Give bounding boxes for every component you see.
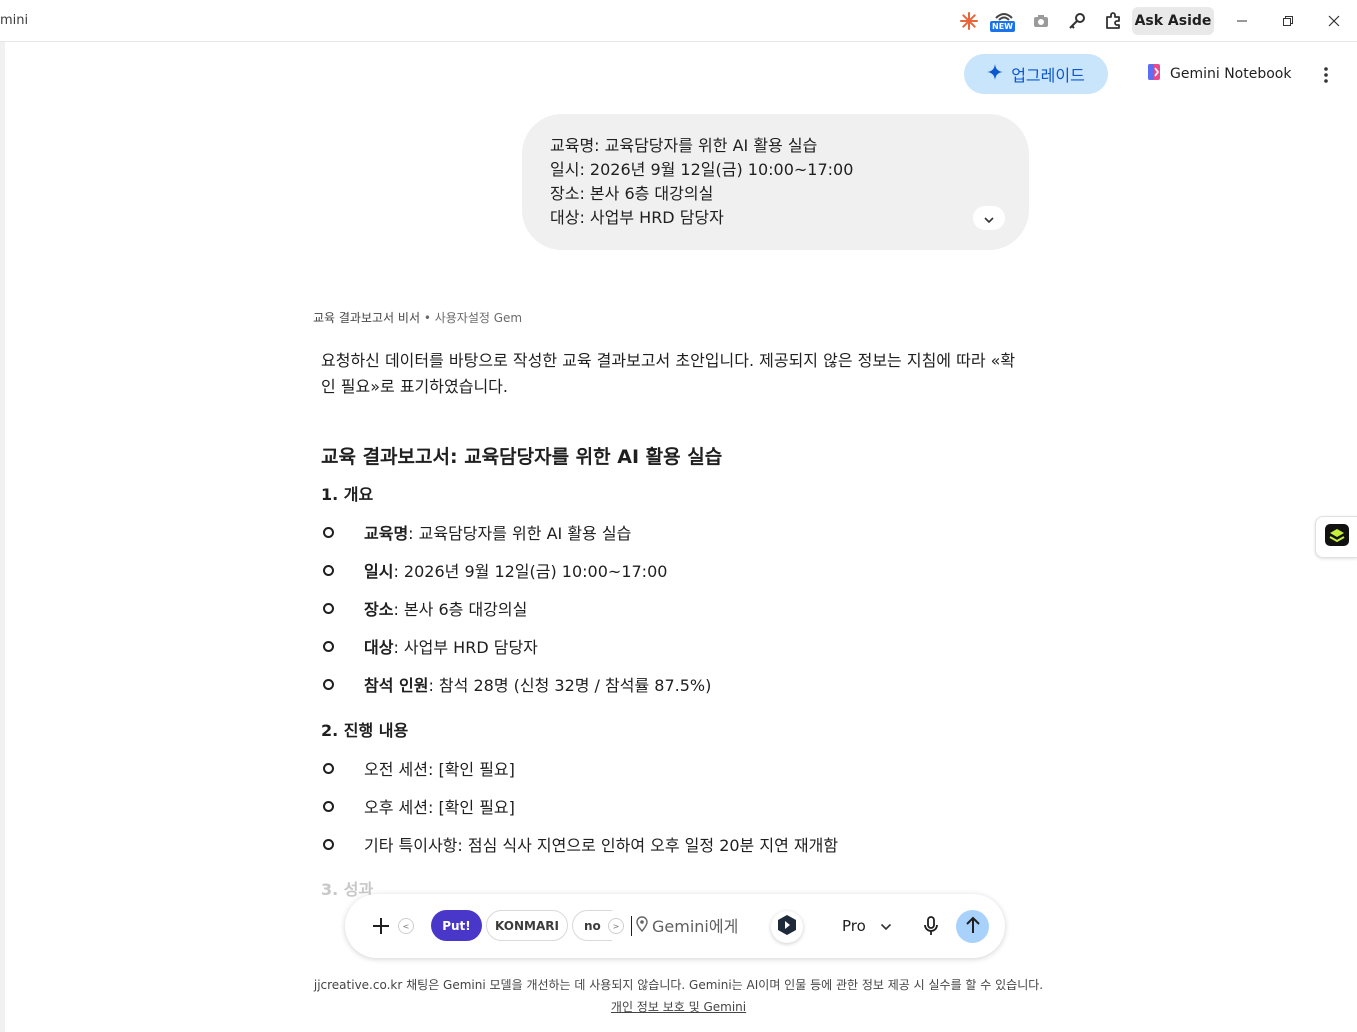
bullet [323, 800, 334, 812]
gem-separator: • [420, 311, 435, 325]
camera-icon[interactable] [1028, 9, 1054, 33]
user-message-line: 대상: 사업부 HRD 담당자 [550, 208, 724, 227]
hexagon-play-icon [777, 914, 797, 940]
new-badge: NEW [990, 21, 1015, 32]
chevron-down-icon [880, 917, 892, 935]
bullet [323, 602, 334, 614]
user-message-line: 일시: 2026년 9월 12일(금) 10:00~17:00 [550, 160, 854, 179]
notebook-label: Gemini Notebook [1170, 66, 1292, 82]
puzzle-extension-icon[interactable] [1100, 9, 1126, 33]
section-heading: 1. 개요 [321, 485, 374, 504]
location-pin-icon [636, 916, 648, 936]
bullet [323, 838, 334, 850]
side-extension-widget[interactable] [1315, 516, 1357, 558]
list-item: 장소: 본사 6층 대강의실 [321, 596, 527, 620]
gemini-notebook-button[interactable]: Gemini Notebook [1146, 64, 1291, 84]
bullet [323, 762, 334, 774]
item-label: 장소 [364, 600, 394, 619]
arrow-up-icon [965, 916, 981, 938]
list-item: 기타 특이사항: 점심 식사 지연으로 인하여 오후 일정 20분 지연 재개함 [321, 832, 838, 856]
item-value: : 2026년 9월 12일(금) 10:00~17:00 [393, 562, 668, 581]
bullet [323, 526, 334, 538]
bullet [323, 640, 334, 652]
notebook-icon [1146, 63, 1162, 85]
prompt-input[interactable] [652, 916, 762, 936]
window-titlebar: mini NEW Ask Aside [0, 0, 1357, 42]
layers-icon [1324, 524, 1349, 550]
list-item: 참석 인원: 참석 28명 (신청 32명 / 참석률 87.5%) [321, 672, 711, 696]
close-icon[interactable] [1323, 10, 1345, 32]
prompt-input-area [631, 914, 762, 938]
privacy-footer: 개인 정보 보호 및 Gemini [0, 998, 1357, 1015]
chips-next-button[interactable]: > [608, 918, 624, 934]
list-item: 일시: 2026년 9월 12일(금) 10:00~17:00 [321, 558, 667, 582]
list-item: 대상: 사업부 HRD 담당자 [321, 634, 538, 658]
ask-aside-button[interactable]: Ask Aside [1132, 7, 1214, 35]
gem-type: 사용자설정 Gem [434, 311, 523, 325]
key-icon[interactable] [1064, 9, 1090, 33]
list-item: 교육명: 교육담당자를 위한 AI 활용 실습 [321, 520, 631, 544]
chevron-down-icon [983, 209, 995, 228]
sparkle-icon [987, 64, 1004, 84]
expand-message-button[interactable] [973, 206, 1005, 230]
microphone-icon[interactable] [919, 914, 943, 938]
item-label: 참석 인원 [364, 676, 429, 695]
privacy-link[interactable]: 개인 정보 보호 및 Gemini [611, 1000, 746, 1014]
user-message-line: 장소: 본사 6층 대강의실 [550, 184, 714, 203]
model-selector[interactable]: Pro [842, 914, 892, 938]
item-value: : 참석 28명 (신청 32명 / 참석률 87.5%) [428, 676, 712, 695]
item-value: : 교육담당자를 위한 AI 활용 실습 [408, 524, 632, 543]
send-button[interactable] [956, 910, 989, 943]
item-label: 일시 [364, 562, 394, 581]
gem-label: 교육 결과보고서 비서 • 사용자설정 Gem [313, 309, 522, 326]
wifi-new-icon[interactable]: NEW [990, 9, 1017, 33]
item-value: : 사업부 HRD 담당자 [393, 638, 538, 657]
item-text: 오전 세션: [확인 필요] [364, 760, 515, 779]
prompt-composer: < Put! KONMARI no > Pro [345, 894, 1005, 958]
app-title: mini [0, 13, 29, 28]
list-item: 오전 세션: [확인 필요] [321, 756, 515, 780]
sidebar-edge [0, 42, 5, 1032]
gem-name: 교육 결과보고서 비서 [313, 311, 420, 325]
spark-extension-icon[interactable] [956, 9, 982, 33]
item-text: 오후 세션: [확인 필요] [364, 798, 515, 817]
add-attachment-icon[interactable] [369, 914, 393, 938]
more-options-icon[interactable] [1316, 64, 1336, 86]
upgrade-button[interactable]: 업그레이드 [964, 54, 1108, 94]
minimize-icon[interactable] [1231, 10, 1253, 32]
maximize-icon[interactable] [1277, 10, 1299, 32]
response-intro: 요청하신 데이터를 바탕으로 작성한 교육 결과보고서 초안입니다. 제공되지 … [321, 351, 1016, 396]
put-chip-button[interactable]: Put! [431, 910, 482, 941]
footer-disclaimer: jjcreative.co.kr 채팅은 Gemini 모델을 개선하는 데 사… [313, 978, 1044, 992]
report-title: 교육 결과보고서: 교육담당자를 위한 AI 활용 실습 [321, 446, 723, 468]
item-text: 기타 특이사항: 점심 식사 지연으로 인하여 오후 일정 20분 지연 재개함 [364, 836, 839, 855]
composer-extension-button[interactable] [771, 911, 803, 943]
item-label: 교육명 [364, 524, 409, 543]
text-caret [631, 916, 632, 936]
item-label: 대상 [364, 638, 394, 657]
user-message-bubble: 교육명: 교육담당자를 위한 AI 활용 실습 일시: 2026년 9월 12일… [522, 114, 1029, 250]
bullet [323, 564, 334, 576]
item-value: : 본사 6층 대강의실 [393, 600, 528, 619]
upgrade-label: 업그레이드 [1011, 66, 1085, 85]
bullet [323, 678, 334, 690]
section-heading: 2. 진행 내용 [321, 721, 409, 740]
model-label: Pro [842, 917, 866, 935]
konmari-chip-button[interactable]: KONMARI [486, 910, 568, 941]
no-chip-button[interactable]: no [572, 910, 612, 941]
user-message-line: 교육명: 교육담당자를 위한 AI 활용 실습 [550, 136, 818, 155]
list-item: 오후 세션: [확인 필요] [321, 794, 515, 818]
chips-prev-button[interactable]: < [398, 918, 414, 934]
